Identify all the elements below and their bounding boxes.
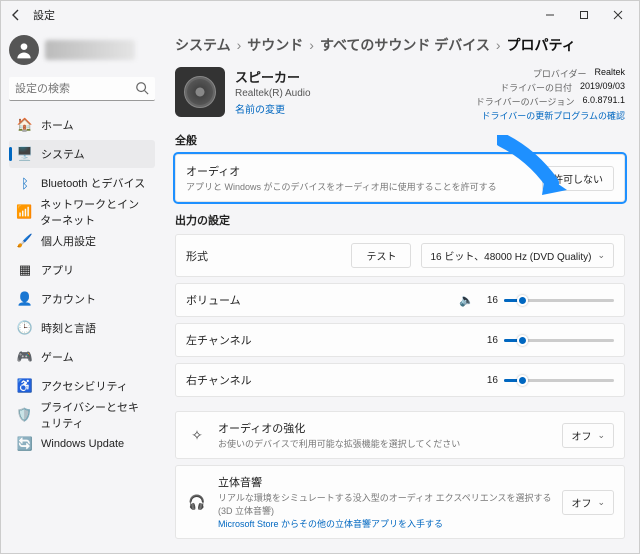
shield-icon: 🛡️ — [16, 407, 32, 423]
bluetooth-icon: ᛒ — [17, 175, 33, 191]
sidebar-item-bluetooth[interactable]: ᛒ Bluetooth とデバイス — [9, 169, 155, 197]
sidebar-item-label: システム — [41, 146, 85, 162]
sidebar-item-gaming[interactable]: 🎮 ゲーム — [9, 343, 155, 371]
audio-sub: アプリと Windows がこのデバイスをオーディオ用に使用することを許可する — [186, 180, 532, 193]
system-icon: 🖥️ — [17, 146, 33, 162]
sidebar-item-label: ゲーム — [41, 349, 74, 365]
driver-update-link[interactable]: ドライバーの更新プログラムの確認 — [476, 109, 625, 122]
section-general: 全般 — [175, 132, 625, 148]
audio-title: オーディオ — [186, 163, 532, 179]
sidebar-item-label: アカウント — [41, 291, 96, 307]
breadcrumb-all-devices[interactable]: すべてのサウンド デバイス — [320, 35, 490, 55]
spatial-store-link[interactable]: Microsoft Store からその他の立体音響アプリを入手する — [218, 517, 552, 530]
back-button[interactable] — [5, 3, 29, 27]
disallow-button[interactable]: 許可しない — [542, 166, 614, 191]
game-icon: 🎮 — [17, 349, 33, 365]
device-header: スピーカー Realtek(R) Audio 名前の変更 プロバイダーRealt… — [175, 67, 625, 122]
spatial-card[interactable]: 🎧 立体音響 リアルな環境をシミュレートする没入型のオーディオ エクスペリエンス… — [175, 465, 625, 539]
sidebar-item-accessibility[interactable]: ♿ アクセシビリティ — [9, 372, 155, 400]
spatial-select[interactable]: オフ ⌄ — [562, 490, 614, 515]
sidebar-item-time-language[interactable]: 🕒 時刻と言語 — [9, 314, 155, 342]
right-slider[interactable] — [504, 372, 614, 388]
device-subtitle: Realtek(R) Audio — [235, 88, 466, 99]
chevron-down-icon: ⌄ — [597, 250, 605, 261]
maximize-icon — [579, 10, 589, 20]
speaker-icon — [175, 67, 225, 117]
chevron-down-icon: ⌄ — [597, 497, 605, 508]
close-icon — [613, 10, 623, 20]
volume-slider[interactable] — [504, 292, 614, 308]
sidebar-item-label: ネットワークとインターネット — [40, 196, 147, 228]
update-icon: 🔄 — [17, 436, 33, 452]
device-name: スピーカー — [235, 67, 466, 86]
window-title: 設定 — [33, 7, 55, 23]
sidebar-item-network[interactable]: 📶 ネットワークとインターネット — [9, 198, 155, 226]
sidebar-item-label: アクセシビリティ — [41, 378, 128, 394]
person-icon — [14, 40, 34, 60]
apps-icon: ▦ — [17, 262, 33, 278]
sidebar: 🏠 ホーム 🖥️ システム ᛒ Bluetooth とデバイス 📶 ネットワークとインタ… — [1, 29, 161, 553]
breadcrumb-properties: プロパティ — [507, 35, 576, 55]
account-header[interactable] — [9, 33, 155, 67]
sidebar-item-apps[interactable]: ▦ アプリ — [9, 256, 155, 284]
speaker-low-icon[interactable]: 🔈 — [459, 293, 474, 307]
left-channel-card: 左チャンネル 16 — [175, 323, 625, 357]
brush-icon: 🖌️ — [17, 233, 33, 249]
test-button[interactable]: テスト — [351, 243, 411, 268]
sparkle-icon: ✧ — [186, 427, 208, 444]
volume-card: ボリューム 🔈 16 — [175, 283, 625, 317]
sidebar-item-accounts[interactable]: 👤 アカウント — [9, 285, 155, 313]
format-select[interactable]: 16 ビット、48000 Hz (DVD Quality) ⌄ — [421, 243, 614, 268]
enhancement-select[interactable]: オフ ⌄ — [562, 423, 614, 448]
left-slider[interactable] — [504, 332, 614, 348]
sidebar-item-label: プライバシーとセキュリティ — [40, 399, 147, 431]
sidebar-item-personalization[interactable]: 🖌️ 個人用設定 — [9, 227, 155, 255]
home-icon: 🏠 — [17, 117, 33, 133]
sidebar-item-label: ホーム — [41, 117, 74, 133]
chevron-down-icon: ⌄ — [597, 430, 605, 441]
account-name-redacted — [45, 40, 135, 60]
audio-card: オーディオ アプリと Windows がこのデバイスをオーディオ用に使用すること… — [175, 154, 625, 202]
sidebar-item-label: 個人用設定 — [41, 233, 96, 249]
avatar — [9, 35, 39, 65]
sidebar-item-system[interactable]: 🖥️ システム — [9, 140, 155, 168]
minimize-icon — [545, 10, 555, 20]
driver-meta: プロバイダーRealtek ドライバーの日付2019/09/03 ドライバーのバ… — [476, 67, 625, 122]
sidebar-item-privacy[interactable]: 🛡️ プライバシーとセキュリティ — [9, 401, 155, 429]
breadcrumb-system[interactable]: システム — [175, 35, 231, 55]
headphones-icon: 🎧 — [186, 494, 208, 511]
wifi-icon: 📶 — [16, 204, 32, 220]
arrow-left-icon — [11, 9, 23, 21]
right-channel-card: 右チャンネル 16 — [175, 363, 625, 397]
breadcrumb-sound[interactable]: サウンド — [247, 35, 303, 55]
sidebar-item-label: アプリ — [41, 262, 74, 278]
sidebar-item-label: 時刻と言語 — [41, 320, 96, 336]
accessibility-icon: ♿ — [17, 378, 33, 394]
enhancement-card[interactable]: ✧ オーディオの強化 お使いのデバイスで利用可能な拡張機能を選択してください オ… — [175, 411, 625, 459]
maximize-button[interactable] — [567, 1, 601, 29]
search-input[interactable] — [9, 77, 155, 101]
close-button[interactable] — [601, 1, 635, 29]
titlebar: 設定 — [1, 1, 639, 29]
sidebar-item-home[interactable]: 🏠 ホーム — [9, 111, 155, 139]
search-box[interactable] — [9, 77, 155, 101]
sidebar-item-windows-update[interactable]: 🔄 Windows Update — [9, 430, 155, 458]
sidebar-item-label: Windows Update — [41, 438, 124, 450]
format-card: 形式 テスト 16 ビット、48000 Hz (DVD Quality) ⌄ — [175, 234, 625, 277]
sidebar-item-label: Bluetooth とデバイス — [41, 175, 145, 191]
section-output: 出力の設定 — [175, 212, 625, 228]
minimize-button[interactable] — [533, 1, 567, 29]
account-icon: 👤 — [17, 291, 33, 307]
clock-icon: 🕒 — [17, 320, 33, 336]
breadcrumb: システム› サウンド› すべてのサウンド デバイス› プロパティ — [175, 35, 625, 55]
main-content: システム› サウンド› すべてのサウンド デバイス› プロパティ スピーカー R… — [161, 29, 639, 553]
search-icon — [135, 81, 149, 98]
rename-link[interactable]: 名前の変更 — [235, 101, 466, 116]
